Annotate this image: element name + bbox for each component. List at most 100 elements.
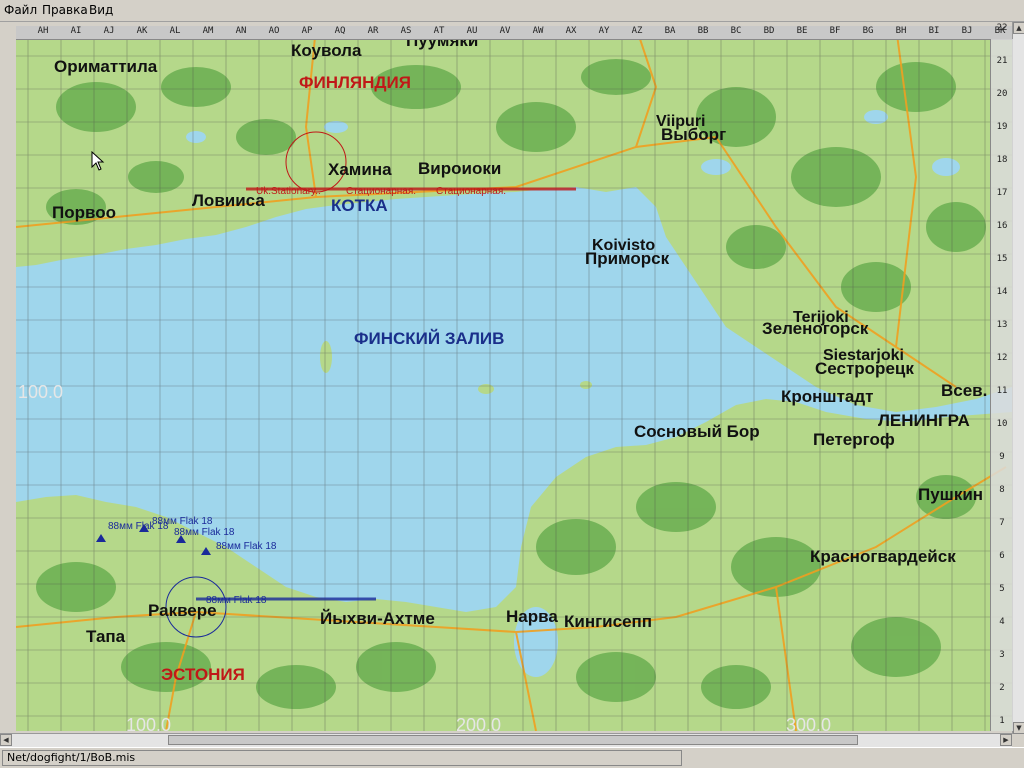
grid-column-label: BA [664, 26, 676, 36]
grid-column-label: BG [862, 26, 874, 36]
city-krasnogvardeysk: Красногвардейск [810, 547, 956, 566]
airfield-label: Стационарная. [346, 186, 417, 197]
grid-row-label: 19 [996, 122, 1008, 132]
city-porvoo: Порвоо [52, 203, 116, 222]
grid-row-label: 14 [996, 287, 1008, 297]
grid-column-label: BJ [961, 26, 973, 36]
coord-bottom-mid: 200.0 [456, 715, 502, 731]
horizontal-scrollbar[interactable]: ◀ ▶ [0, 733, 1012, 747]
grid-column-label: AZ [631, 26, 643, 36]
label-gulf: ФИНСКИЙ ЗАЛИВ [354, 329, 505, 348]
grid-column-label: AR [367, 26, 379, 36]
city-leningrad: ЛЕНИНГРА [878, 411, 970, 430]
grid-row-label: 16 [996, 221, 1008, 231]
city-sestroretsk: Сестрорецк [815, 359, 914, 378]
grid-row-label: 2 [999, 683, 1005, 693]
grid-column-label: AW [532, 26, 544, 36]
grid-column-label: AI [70, 26, 82, 36]
grid-column-label: AL [169, 26, 181, 36]
city-petergof: Петергоф [813, 430, 895, 449]
grid-column-header: AH AI AJ AK AL AM AN AO AP AQ AR AS AT AU AV AW AX AY AZ BA… [16, 26, 1012, 40]
grid-row-label: 8 [999, 485, 1005, 495]
mission-path: Net/dogfight/1/BoB.mis [2, 750, 682, 766]
flak-label: 88мм Flak 18 [216, 541, 277, 552]
city-tapa: Тапа [86, 627, 126, 646]
grid-column-label: AY [598, 26, 610, 36]
city-pushkin: Пушкин [918, 485, 984, 504]
city-kouvola: Коувола [291, 41, 362, 60]
grid-column-label: BB [697, 26, 709, 36]
grid-column-label: AO [268, 26, 280, 36]
flak-label: 88мм Flak 18 [206, 595, 267, 606]
grid-row-label: 11 [996, 386, 1008, 396]
flak-label: 88мм Flak 18 [174, 527, 235, 538]
city-orimattila: Ориматтила [54, 57, 158, 76]
grid-column-label: AM [202, 26, 214, 36]
scroll-right-icon[interactable]: ▶ [1000, 734, 1012, 746]
grid-row-label: 9 [999, 452, 1005, 462]
grid-column-label: AX [565, 26, 577, 36]
grid-row-label: 15 [996, 254, 1008, 264]
airfield-label: Стационарная. [436, 186, 507, 197]
scroll-down-icon[interactable]: ▼ [1013, 722, 1024, 734]
grid-row-label: 6 [999, 551, 1005, 561]
coord-bottom-right: 300.0 [786, 715, 832, 731]
grid-row-label: 13 [996, 320, 1008, 330]
grid-row-header: 22 21 20 19 18 17 16 15 14 13 12 11 10 9 8 7 6 5 4 3 2 1 [990, 23, 1013, 731]
vertical-scrollbar[interactable]: ▲ ▼ [1012, 22, 1024, 734]
city-zelenogorsk: Зеленогорск [762, 319, 869, 338]
city-loviisa: Ловииса [192, 191, 265, 210]
city-sosnovy-bor: Сосновый Бор [634, 422, 760, 441]
grid-column-label: AU [466, 26, 478, 36]
city-hamina: Хамина [328, 160, 392, 179]
grid-row-label: 7 [999, 518, 1005, 528]
city-vyborg: Выборг [661, 125, 727, 144]
menu-file[interactable]: Файл [4, 3, 37, 17]
grid-row-label: 18 [996, 155, 1008, 165]
grid-row-label: 1 [999, 716, 1005, 726]
map-canvas[interactable]: 100.0 100.0 200.0 300.0 ФИНЛЯНДИЯ ЭСТОНИ… [16, 27, 1012, 731]
menu-view[interactable]: Вид [89, 3, 113, 17]
grid-column-label: AK [136, 26, 148, 36]
coord-left: 100.0 [18, 382, 64, 402]
grid-row-label: 20 [996, 89, 1008, 99]
grid-row-label: 5 [999, 584, 1005, 594]
city-kotka: КОТКА [331, 196, 388, 215]
city-kingisepp: Кингисепп [564, 612, 653, 631]
grid-column-label: AV [499, 26, 511, 36]
grid-column-label: AT [433, 26, 445, 36]
grid-column-label: AQ [334, 26, 346, 36]
menu-edit[interactable]: Правка [42, 3, 88, 17]
grid-column-label: BE [796, 26, 808, 36]
grid-row-label: 12 [996, 353, 1008, 363]
grid-row-label: 17 [996, 188, 1008, 198]
airfield-label: Uk.Stationary.. [256, 186, 321, 197]
city-virojoki: Вироиоки [418, 159, 502, 178]
city-narva: Нарва [506, 607, 558, 626]
grid-column-label: AH [37, 26, 49, 36]
city-johvi: Йыхви-Ахтме [320, 609, 435, 628]
grid-column-label: AJ [103, 26, 115, 36]
grid-column-label: BH [895, 26, 907, 36]
coord-bottom-left: 100.0 [126, 715, 172, 731]
grid-column-label: AP [301, 26, 313, 36]
grid-column-label: BF [829, 26, 841, 36]
city-vsev: Всев. [941, 381, 988, 400]
city-primorsk: Приморск [585, 249, 670, 268]
menu-bar: Файл Правка Вид [0, 0, 1024, 22]
scroll-left-icon[interactable]: ◀ [0, 734, 12, 746]
grid-row-label: 4 [999, 617, 1005, 627]
grid-column-label: BI [928, 26, 940, 36]
city-kronshtadt: Кронштадт [781, 387, 874, 406]
grid-row-label: 21 [996, 56, 1008, 66]
label-estonia: ЭСТОНИЯ [161, 665, 245, 684]
grid-column-label: AS [400, 26, 412, 36]
status-bar: Net/dogfight/1/BoB.mis [0, 747, 1024, 768]
grid-column-label: AN [235, 26, 247, 36]
flak-label: 88мм Flak 18 [152, 516, 213, 527]
label-finland: ФИНЛЯНДИЯ [299, 73, 411, 92]
horizontal-scroll-thumb[interactable] [168, 735, 858, 745]
grid-row-label: 22 [996, 23, 1008, 33]
grid-row-label: 3 [999, 650, 1005, 660]
grid-column-label: BD [763, 26, 775, 36]
